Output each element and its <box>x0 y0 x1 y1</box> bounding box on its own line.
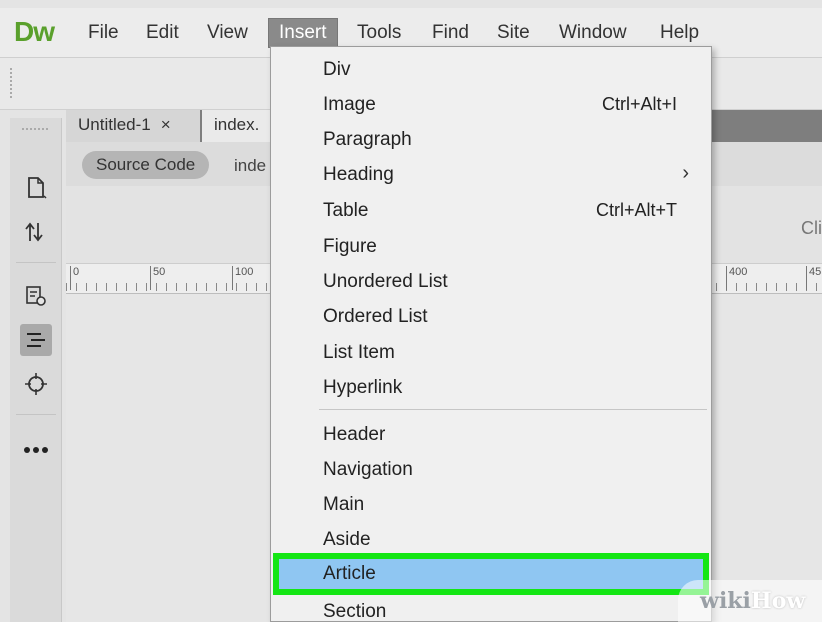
menu-item-section[interactable]: Section <box>271 595 711 622</box>
shortcut-text: Ctrl+Alt+I <box>601 94 677 114</box>
rail-grip[interactable] <box>22 128 48 130</box>
chevron-right-icon: › <box>682 162 689 184</box>
menu-item-ordered-list[interactable]: Ordered List <box>271 300 711 332</box>
menu-item-hyperlink[interactable]: Hyperlink <box>271 371 711 403</box>
watermark-how: How <box>750 588 806 614</box>
toolbar-grip[interactable] <box>10 68 14 98</box>
source-code-button[interactable]: Source Code <box>82 151 210 179</box>
ruler-label: 45 <box>806 266 821 290</box>
ruler-label: 400 <box>726 266 747 290</box>
more-icon[interactable] <box>20 434 52 466</box>
insert-menu: Div Image Ctrl+Alt+I Paragraph Heading ›… <box>270 46 712 622</box>
tab-label: index. <box>214 115 260 134</box>
app-logo: Dw <box>14 16 55 47</box>
dreamweaver-window: Dw File Edit View Insert Tools Find Site… <box>0 0 822 622</box>
menu-item-paragraph[interactable]: Paragraph <box>271 123 711 155</box>
menu-item-article[interactable]: Article <box>273 553 709 595</box>
menu-item-aside[interactable]: Aside <box>271 523 711 555</box>
tool-rail <box>10 118 62 622</box>
menu-file[interactable]: File <box>88 22 119 52</box>
target-icon[interactable] <box>20 368 52 400</box>
menu-item-navigation[interactable]: Navigation <box>271 453 711 485</box>
ruler-label: 0 <box>70 266 79 290</box>
tab-untitled-1[interactable]: Untitled-1 × <box>66 110 200 142</box>
menu-item-image[interactable]: Image Ctrl+Alt+I <box>271 88 711 120</box>
menu-view[interactable]: View <box>207 22 248 52</box>
tab-label: Untitled-1 <box>78 115 151 134</box>
menu-item-main[interactable]: Main <box>271 488 711 520</box>
watermark-wiki: wiki <box>700 588 751 614</box>
close-icon[interactable]: × <box>161 115 171 134</box>
related-file-link[interactable]: inde <box>234 156 266 176</box>
menu-item-unordered-list[interactable]: Unordered List <box>271 265 711 297</box>
wikihow-watermark: wikiHow <box>678 580 822 622</box>
code-format-icon[interactable] <box>20 324 52 356</box>
menu-edit[interactable]: Edit <box>146 22 179 52</box>
shortcut-text: Ctrl+Alt+T <box>595 200 677 220</box>
menu-item-div[interactable]: Div <box>271 53 711 85</box>
ruler-label: 50 <box>150 266 165 290</box>
menu-item-figure[interactable]: Figure <box>271 230 711 262</box>
transfer-icon[interactable] <box>20 216 52 248</box>
menu-item-table[interactable]: Table Ctrl+Alt+T <box>271 194 711 226</box>
menu-item-list-item[interactable]: List Item <box>271 336 711 368</box>
new-file-icon[interactable] <box>20 172 52 204</box>
design-toolbar-label: Cli <box>801 218 822 238</box>
menu-separator <box>319 409 707 410</box>
menu-item-header[interactable]: Header <box>271 418 711 450</box>
ruler-label: 100 <box>232 266 253 290</box>
inspect-icon[interactable] <box>20 280 52 312</box>
menu-insert[interactable]: Insert <box>268 18 338 48</box>
menu-item-heading[interactable]: Heading › <box>271 158 711 190</box>
